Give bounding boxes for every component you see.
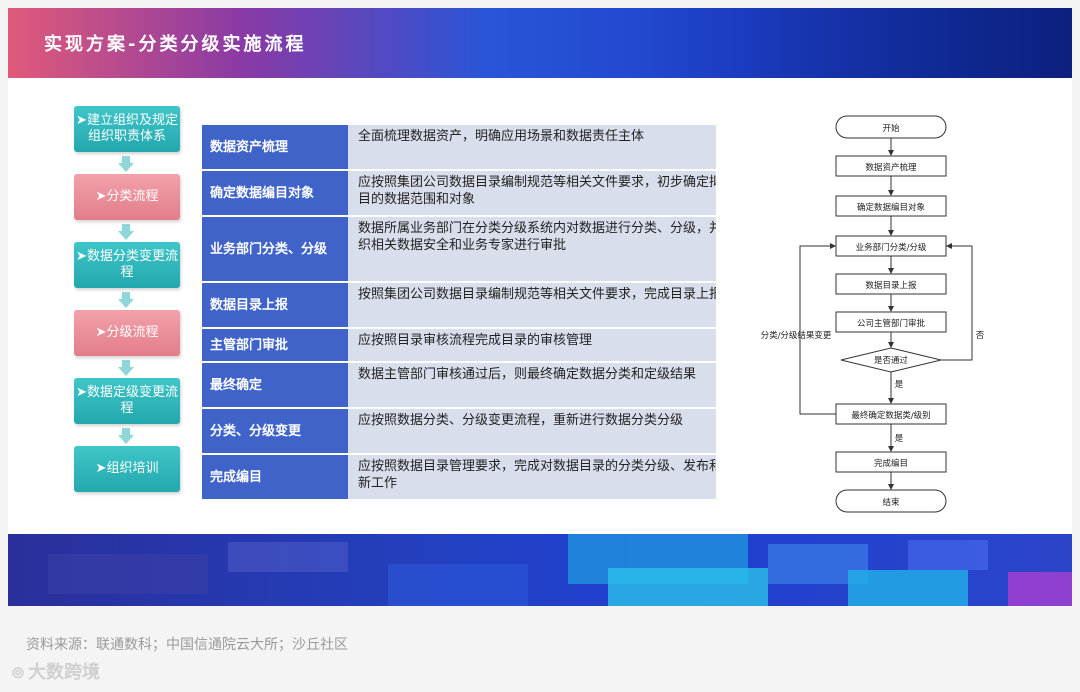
flow-text: 公司主管部门审批 [857,318,926,329]
flow-text: 完成编目 [874,458,908,469]
row-label: 最终确定 [202,363,348,407]
down-arrow-icon [118,360,134,376]
flow-text: 最终确定数据类/级别 [851,410,930,421]
step-classification-change: ➤数据分类变更流程 [74,242,180,288]
flow-text: 业务部门分类/分级 [856,242,927,253]
row-text: 应按照数据目录管理要求，完成对数据目录的分类分级、发布和更新工作 [348,455,750,499]
table-row: 数据目录上报 按照集团公司数据目录编制规范等相关文件要求，完成目录上报 [202,283,750,327]
logo-icon: ⦾ [12,664,25,682]
row-label: 主管部门审批 [202,329,348,361]
row-label: 业务部门分类、分级 [202,217,348,281]
row-text: 数据主管部门审核通过后，则最终确定数据分类和定级结果 [348,363,750,407]
table-row: 确定数据编目对象 应按照集团公司数据目录编制规范等相关文件要求，初步确定拟编目的… [202,171,750,215]
step-grading: ➤分级流程 [74,310,180,356]
row-label: 分类、分级变更 [202,409,348,453]
table-row: 数据资产梳理 全面梳理数据资产，明确应用场景和数据责任主体 [202,125,750,169]
row-text: 全面梳理数据资产，明确应用场景和数据责任主体 [348,125,750,169]
row-text: 数据所属业务部门在分类分级系统内对数据进行分类、分级，并组织相关数据安全和业务专… [348,217,750,281]
flow-yes-label: 是 [895,380,904,390]
row-label: 数据资产梳理 [202,125,348,169]
logo-text: 大数跨境 [28,662,101,683]
row-text: 应按照数据分类、分级变更流程，重新进行数据分类分级 [348,409,750,453]
bottom-banner [8,534,1072,606]
step-training: ➤组织培训 [74,446,180,492]
slide: 实现方案-分类分级实施流程 ➤建立组织及规定组织职责体系 ➤分类流程 ➤数据分类… [8,8,1072,606]
flow-text: 确定数据编目对象 [857,202,926,213]
row-text: 按照集团公司数据目录编制规范等相关文件要求，完成目录上报 [348,283,750,327]
flowchart: 开始 数据资产梳理 确定数据编目对象 业务部门分类/分级 数据目录上报 公司主管… [716,96,1008,516]
table-row: 最终确定 数据主管部门审核通过后，则最终确定数据分类和定级结果 [202,363,750,407]
row-label: 完成编目 [202,455,348,499]
page-title: 实现方案-分类分级实施流程 [44,34,307,55]
step-org-setup: ➤建立组织及规定组织职责体系 [74,106,180,152]
flow-text: 数据资产梳理 [865,162,917,173]
row-text: 应按照目录审核流程完成目录的审核管理 [348,329,750,361]
source-note: 资料来源：联通数科；中国信通院云大所；沙丘社区 [26,637,348,653]
flow-end-text: 结束 [882,497,900,508]
watermark-logo: ⦾ 大数跨境 [12,658,100,684]
table-row: 完成编目 应按照数据目录管理要求，完成对数据目录的分类分级、发布和更新工作 [202,455,750,499]
down-arrow-icon [118,292,134,308]
step-grading-change: ➤数据定级变更流程 [74,378,180,424]
row-label: 确定数据编目对象 [202,171,348,215]
step-classification: ➤分类流程 [74,174,180,220]
flow-yes-label: 是 [895,434,904,444]
flow-left-loop-label: 分类/分级结果变更 [761,330,832,341]
table-row: 主管部门审批 应按照目录审核流程完成目录的审核管理 [202,329,750,361]
header-banner: 实现方案-分类分级实施流程 [8,8,1072,78]
down-arrow-icon [118,156,134,172]
flow-start-text: 开始 [882,123,900,134]
row-text: 应按照集团公司数据目录编制规范等相关文件要求，初步确定拟编目的数据范围和对象 [348,171,750,215]
table-row: 业务部门分类、分级 数据所属业务部门在分类分级系统内对数据进行分类、分级，并组织… [202,217,750,281]
table-row: 分类、分级变更 应按照数据分类、分级变更流程，重新进行数据分类分级 [202,409,750,453]
down-arrow-icon [118,224,134,240]
flow-decision-text: 是否通过 [874,355,909,366]
flow-right-loop-label: 否 [976,331,985,341]
flow-text: 数据目录上报 [865,280,917,291]
row-label: 数据目录上报 [202,283,348,327]
down-arrow-icon [118,428,134,444]
process-table: 数据资产梳理 全面梳理数据资产，明确应用场景和数据责任主体 确定数据编目对象 应… [202,123,750,501]
